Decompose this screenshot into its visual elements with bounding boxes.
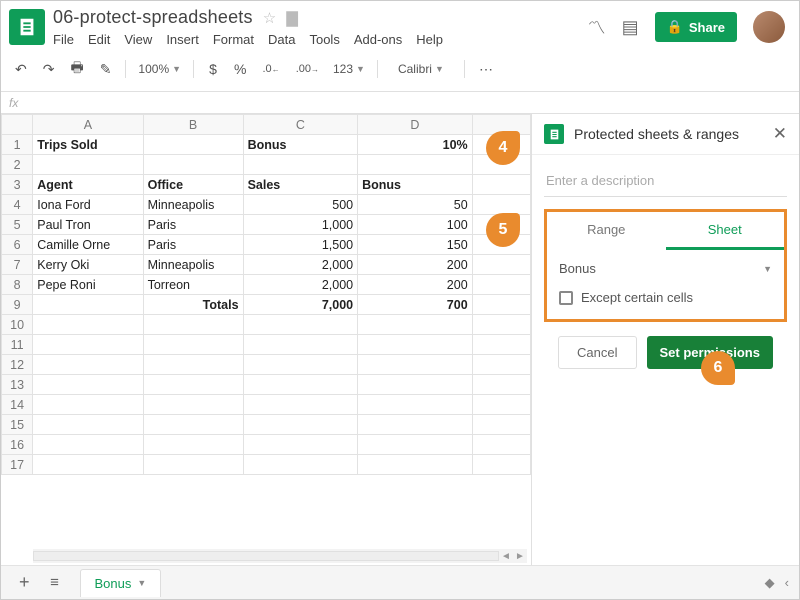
menu-bar: File Edit View Insert Format Data Tools …: [53, 28, 588, 47]
tab-range[interactable]: Range: [547, 212, 666, 249]
sidebar-title: Protected sheets & ranges: [574, 126, 763, 142]
format-currency[interactable]: $: [202, 57, 224, 81]
share-label: Share: [689, 20, 725, 35]
document-title[interactable]: 06-protect-spreadsheets: [53, 7, 253, 28]
horizontal-scrollbar[interactable]: ◄►: [33, 549, 527, 563]
sheet-tab-label: Bonus: [95, 576, 132, 591]
spreadsheet-grid[interactable]: ABCD1 Trips Sold Bonus 10% 2 3 Agent Off…: [1, 114, 531, 568]
callout-5: 5: [486, 213, 520, 247]
all-sheets-icon[interactable]: ≡: [44, 570, 66, 595]
menu-format[interactable]: Format: [213, 32, 254, 47]
add-sheet-icon[interactable]: +: [13, 568, 36, 597]
except-cells-checkbox[interactable]: [559, 291, 573, 305]
paint-format-icon[interactable]: ✎: [94, 57, 118, 82]
avatar[interactable]: [753, 11, 785, 43]
print-icon[interactable]: 🖶: [64, 53, 89, 85]
menu-edit[interactable]: Edit: [88, 32, 110, 47]
menu-view[interactable]: View: [124, 32, 152, 47]
decrease-decimal[interactable]: .0←: [257, 59, 286, 79]
callout-4: 4: [486, 131, 520, 165]
menu-addons[interactable]: Add-ons: [354, 32, 402, 47]
trend-icon[interactable]: 〽: [588, 14, 606, 40]
undo-icon[interactable]: ↶: [9, 57, 33, 82]
protected-ranges-sidebar: Protected sheets & ranges ✕ Range Sheet …: [531, 114, 799, 568]
zoom-select[interactable]: 100%▼: [134, 60, 185, 78]
lock-icon: 🔒: [667, 19, 683, 35]
title-bar: 06-protect-spreadsheets ☆ ▇ File Edit Vi…: [1, 1, 799, 47]
redo-icon[interactable]: ↷: [37, 57, 61, 82]
formula-bar[interactable]: fx: [1, 92, 799, 114]
range-sheet-box: Range Sheet Bonus ▼ Except certain cells: [544, 209, 787, 322]
format-percent[interactable]: %: [228, 57, 252, 81]
menu-data[interactable]: Data: [268, 32, 295, 47]
menu-file[interactable]: File: [53, 32, 74, 47]
sheets-logo-icon[interactable]: [9, 9, 45, 45]
comments-icon[interactable]: ▤: [622, 17, 639, 38]
except-label: Except certain cells: [581, 290, 693, 305]
cancel-button[interactable]: Cancel: [558, 336, 636, 369]
menu-insert[interactable]: Insert: [166, 32, 199, 47]
close-icon[interactable]: ✕: [773, 124, 787, 144]
sheet-tab-bar: + ≡ Bonus ▼ ◆ ‹: [1, 565, 799, 599]
chevron-left-icon[interactable]: ‹: [785, 575, 789, 591]
increase-decimal[interactable]: .00→: [290, 59, 325, 79]
share-button[interactable]: 🔒 Share: [655, 12, 737, 42]
sheet-select[interactable]: Bonus ▼: [547, 249, 784, 282]
explore-icon[interactable]: ◆: [765, 575, 775, 591]
toolbar: ↶ ↷ 🖶 ✎ 100%▼ $ % .0← .00→ 123▼ Calibri▼…: [1, 47, 799, 92]
description-input[interactable]: [544, 167, 787, 197]
number-format[interactable]: 123▼: [329, 60, 369, 78]
selected-sheet-label: Bonus: [559, 261, 596, 276]
more-icon[interactable]: ⋯: [473, 57, 499, 82]
sheet-tab-bonus[interactable]: Bonus ▼: [80, 569, 162, 597]
chevron-down-icon: ▼: [763, 264, 772, 274]
chevron-down-icon: ▼: [137, 578, 146, 588]
menu-help[interactable]: Help: [416, 32, 443, 47]
folder-icon[interactable]: ▇: [286, 9, 298, 27]
font-select[interactable]: Calibri▼: [386, 60, 456, 78]
star-icon[interactable]: ☆: [263, 9, 277, 27]
menu-tools[interactable]: Tools: [309, 32, 339, 47]
tab-sheet[interactable]: Sheet: [666, 212, 785, 250]
callout-6: 6: [701, 351, 735, 385]
sheets-mini-icon: [544, 124, 564, 144]
fx-label: fx: [9, 96, 18, 110]
